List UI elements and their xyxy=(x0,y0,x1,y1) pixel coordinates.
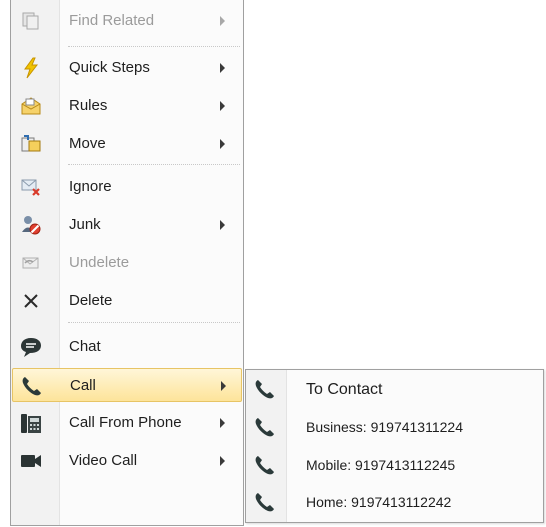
menu-item-rules[interactable]: Rules xyxy=(12,89,242,123)
menu-item-label: Call xyxy=(70,377,96,394)
submenu-arrow-icon xyxy=(220,101,225,111)
menu-item-label: Chat xyxy=(69,338,101,355)
chat-bubble-icon xyxy=(20,336,42,358)
submenu-item-home[interactable]: Home: 9197413112242 xyxy=(246,484,543,521)
menu-item-label: Ignore xyxy=(69,178,112,195)
rules-icon xyxy=(20,95,42,117)
call-submenu: To Contact Business: 919741311224 Mobile… xyxy=(245,369,544,523)
submenu-arrow-icon xyxy=(220,220,225,230)
menu-item-chat[interactable]: Chat xyxy=(12,330,242,364)
menu-item-ignore[interactable]: Ignore xyxy=(12,170,242,204)
submenu-arrow-icon xyxy=(220,139,225,149)
menu-item-label: Undelete xyxy=(69,254,130,271)
submenu-arrow-icon xyxy=(220,418,225,428)
lightning-icon xyxy=(20,57,42,79)
submenu-arrow-icon xyxy=(220,63,225,73)
menu-item-move[interactable]: Move xyxy=(12,127,242,161)
menu-separator xyxy=(68,322,240,323)
submenu-item-label: Business: 919741311224 xyxy=(306,419,463,435)
submenu-item-label: Mobile: 9197413112245 xyxy=(306,457,456,473)
menu-separator xyxy=(68,46,240,47)
submenu-item-business[interactable]: Business: 919741311224 xyxy=(246,409,543,446)
menu-item-call-from-phone[interactable]: Call From Phone xyxy=(12,406,242,440)
submenu-arrow-icon xyxy=(221,381,226,391)
menu-item-quick-steps[interactable]: Quick Steps xyxy=(12,51,242,85)
phone-icon xyxy=(21,375,43,397)
menu-item-label: Rules xyxy=(69,97,108,114)
delete-x-icon xyxy=(20,290,42,312)
menu-item-undelete[interactable]: Undelete xyxy=(12,246,242,280)
phone-icon xyxy=(254,416,276,438)
find-related-icon xyxy=(20,10,42,32)
junk-icon xyxy=(20,214,42,236)
ignore-icon xyxy=(20,176,42,198)
menu-separator xyxy=(68,164,240,165)
screen: Find Related Quick Steps Rules Move Igno… xyxy=(0,0,546,527)
phone-icon xyxy=(254,378,276,400)
submenu-item-label: To Contact xyxy=(306,381,383,398)
menu-item-label: Quick Steps xyxy=(69,59,150,76)
phone-icon xyxy=(254,454,276,476)
menu-item-label: Find Related xyxy=(69,12,155,29)
menu-item-label: Call From Phone xyxy=(69,414,182,431)
undelete-icon xyxy=(20,252,42,274)
move-folder-icon xyxy=(20,133,42,155)
menu-item-find-related[interactable]: Find Related xyxy=(12,4,242,38)
video-camera-icon xyxy=(20,450,42,472)
menu-item-delete[interactable]: Delete xyxy=(12,284,242,318)
phone-icon xyxy=(254,491,276,513)
submenu-arrow-icon xyxy=(220,456,225,466)
menu-item-junk[interactable]: Junk xyxy=(12,208,242,242)
submenu-item-label: Home: 9197413112242 xyxy=(306,494,452,510)
submenu-item-to-contact[interactable]: To Contact xyxy=(246,371,543,408)
menu-item-label: Video Call xyxy=(69,452,138,469)
submenu-item-mobile[interactable]: Mobile: 9197413112245 xyxy=(246,447,543,484)
menu-item-label: Delete xyxy=(69,292,113,309)
desk-phone-icon xyxy=(20,412,42,434)
menu-item-video-call[interactable]: Video Call xyxy=(12,444,242,478)
context-menu: Find Related Quick Steps Rules Move Igno… xyxy=(10,0,244,526)
menu-item-call[interactable]: Call xyxy=(12,368,242,402)
submenu-arrow-icon xyxy=(220,16,225,26)
menu-item-label: Move xyxy=(69,135,106,152)
menu-item-label: Junk xyxy=(69,216,101,233)
